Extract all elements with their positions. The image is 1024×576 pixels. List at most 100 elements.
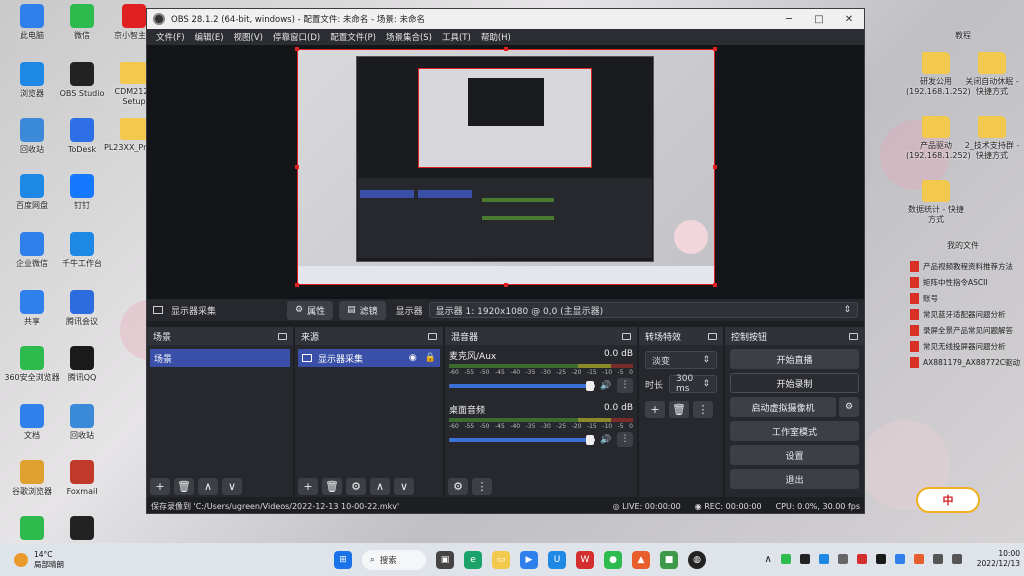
studio-mode-button[interactable]: 工作室模式	[730, 421, 859, 441]
desktop-icon[interactable]: OBS Studio	[52, 62, 112, 99]
move-down-button[interactable]: ∨	[394, 477, 414, 495]
app-green-icon[interactable]: ■	[660, 551, 678, 569]
source-properties-button[interactable]: ⚙	[346, 477, 366, 495]
transition-select[interactable]: 淡变 ⇕	[645, 351, 717, 369]
volume-knob[interactable]	[586, 434, 595, 445]
file-item[interactable]: 产品视频教程资料推荐方法	[910, 258, 1022, 274]
task-view-icon[interactable]: ▣	[436, 551, 454, 569]
tray-app-icon[interactable]	[894, 554, 905, 564]
desktop-shortcut[interactable]: 产品驱动 (192.168.1.252)	[906, 116, 971, 161]
menu-item[interactable]: 场景集合(S)	[381, 31, 437, 43]
virtual-camera-button[interactable]: 启动虚拟摄像机	[730, 397, 836, 417]
filters-button[interactable]: ▤ 滤镜	[339, 300, 386, 320]
maximize-button[interactable]: □	[804, 14, 834, 25]
channel-menu-button[interactable]: ⋮	[617, 432, 633, 447]
settings-button[interactable]: 设置	[730, 445, 859, 465]
file-explorer-icon[interactable]: ▭	[492, 551, 510, 569]
file-item[interactable]: 常见蓝牙适配器问题分析	[910, 306, 1022, 322]
volume-icon[interactable]	[951, 554, 962, 564]
tray-app-icon[interactable]	[856, 554, 867, 564]
menu-item[interactable]: 帮助(H)	[476, 31, 516, 43]
desktop-icon[interactable]: 回收站	[52, 404, 112, 441]
foxit-icon[interactable]: ▲	[632, 551, 650, 569]
volume-knob[interactable]	[586, 380, 595, 391]
desktop-folder-tutorials[interactable]: 教程	[918, 30, 1008, 41]
chevron-up-icon[interactable]: ∧	[764, 554, 771, 565]
tray-app-icon[interactable]	[818, 554, 829, 564]
properties-button[interactable]: ⚙ 属性	[287, 300, 334, 320]
speaker-icon[interactable]: 🔊	[599, 435, 613, 445]
desktop-icon[interactable]: 微信	[52, 4, 112, 41]
edge-icon[interactable]: e	[464, 551, 482, 569]
undock-icon[interactable]	[428, 332, 437, 340]
channel-menu-button[interactable]: ⋮	[617, 378, 633, 393]
exit-button[interactable]: 退出	[730, 469, 859, 489]
minimize-button[interactable]: ─	[774, 14, 804, 25]
volume-slider[interactable]	[449, 434, 595, 445]
scene-item[interactable]: 场景	[150, 349, 290, 367]
remove-scene-button[interactable]: 🗑	[174, 477, 194, 495]
file-item[interactable]: 录屏全景产品常见问题解答	[910, 322, 1022, 338]
desktop-icon[interactable]: ToDesk	[52, 118, 112, 155]
desktop-icon[interactable]: 钉钉	[52, 174, 112, 211]
wechat-icon[interactable]: ●	[604, 551, 622, 569]
undock-icon[interactable]	[849, 332, 858, 340]
tray-app-icon[interactable]	[837, 554, 848, 564]
tray-app-icon[interactable]	[799, 554, 810, 564]
desktop-shortcut[interactable]: 2_技术支持群 - 快捷方式	[962, 116, 1022, 161]
desktop-icon[interactable]: 千牛工作台	[52, 232, 112, 269]
mixer-menu-button[interactable]: ⋮	[472, 477, 492, 495]
ime-badge[interactable]: 中	[916, 487, 980, 513]
source-item[interactable]: 显示器采集 ◉ 🔒	[298, 349, 440, 367]
desktop-shortcut[interactable]: 研发公用 (192.168.1.252)	[906, 52, 971, 97]
taskbar-search[interactable]: ⌕ 搜索	[362, 550, 426, 570]
file-item[interactable]: AX881179_AX88772C驱动	[910, 354, 1022, 370]
clock[interactable]: 10:00 2022/12/13	[977, 549, 1020, 569]
desktop-icon[interactable]: 腾讯会议	[52, 290, 112, 327]
speaker-icon[interactable]: 🔊	[599, 381, 613, 391]
start-stream-button[interactable]: 开始直播	[730, 349, 859, 369]
app-icon[interactable]: U	[548, 551, 566, 569]
weather-widget[interactable]: 14°C 局部晴朗	[0, 550, 120, 570]
preview-canvas[interactable]	[297, 49, 715, 285]
desktop-icon[interactable]: Foxmail	[52, 460, 112, 497]
volume-slider[interactable]	[449, 380, 595, 391]
undock-icon[interactable]	[708, 332, 717, 340]
network-icon[interactable]	[932, 554, 943, 564]
add-source-button[interactable]: +	[298, 477, 318, 495]
remove-source-button[interactable]: 🗑	[322, 477, 342, 495]
duration-spinbox[interactable]: 300 ms ⇕	[669, 374, 717, 394]
wps-icon[interactable]: W	[576, 551, 594, 569]
obs-taskbar-icon[interactable]: ◍	[688, 551, 706, 569]
transition-menu-button[interactable]: ⋮	[693, 401, 713, 418]
menu-item[interactable]: 工具(T)	[437, 31, 476, 43]
file-item[interactable]: 常见无线投屏器问题分析	[910, 338, 1022, 354]
menu-item[interactable]: 文件(F)	[151, 31, 190, 43]
advanced-audio-button[interactable]: ⚙	[448, 477, 468, 495]
desktop-shortcut[interactable]: 关闭自动休眠 - 快捷方式	[962, 52, 1022, 97]
move-down-button[interactable]: ∨	[222, 477, 242, 495]
tray-app-icon[interactable]	[875, 554, 886, 564]
feishu-icon[interactable]: ▶	[520, 551, 538, 569]
file-item[interactable]: 矩阵中性指令ASCII	[910, 274, 1022, 290]
desktop-shortcut[interactable]: 数据统计 - 快捷方式	[906, 180, 966, 225]
virtual-camera-settings-gear-icon[interactable]: ⚙	[839, 397, 859, 417]
add-scene-button[interactable]: +	[150, 477, 170, 495]
windows-start-icon[interactable]: ⊞	[334, 551, 352, 569]
desktop-icon[interactable]	[52, 516, 112, 543]
menu-item[interactable]: 配置文件(P)	[325, 31, 381, 43]
lock-icon[interactable]: 🔒	[425, 353, 436, 363]
menu-item[interactable]: 编辑(E)	[190, 31, 229, 43]
file-item[interactable]: 账号	[910, 290, 1022, 306]
close-button[interactable]: ✕	[834, 14, 864, 25]
add-transition-button[interactable]: +	[645, 401, 665, 418]
undock-icon[interactable]	[278, 332, 287, 340]
remove-transition-button[interactable]: 🗑	[669, 401, 689, 418]
tray-app-icon[interactable]	[780, 554, 791, 564]
desktop-icon[interactable]: 腾讯QQ	[52, 346, 112, 383]
visibility-eye-icon[interactable]: ◉	[409, 353, 417, 363]
start-record-button[interactable]: 开始录制	[730, 373, 859, 393]
move-up-button[interactable]: ∧	[370, 477, 390, 495]
move-up-button[interactable]: ∧	[198, 477, 218, 495]
menu-item[interactable]: 视图(V)	[229, 31, 268, 43]
